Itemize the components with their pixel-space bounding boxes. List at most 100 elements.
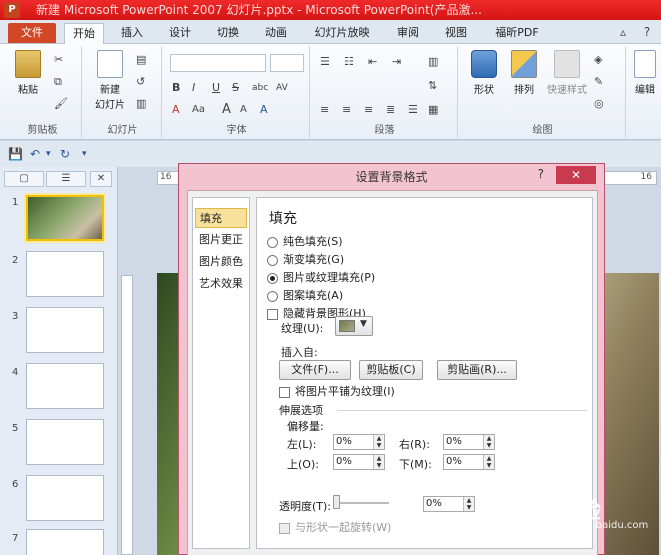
strikethrough-button[interactable]: S: [232, 80, 239, 96]
spinner-arrows-icon[interactable]: ▲ ▼: [373, 435, 384, 449]
char-spacing-button[interactable]: AV: [276, 80, 288, 96]
shrink-font-button[interactable]: A: [240, 102, 247, 118]
gradient-fill-radio[interactable]: [267, 254, 278, 266]
slide-thumbnail[interactable]: [26, 307, 104, 353]
solid-fill-option[interactable]: 纯色填充(S): [267, 234, 343, 250]
underline-button[interactable]: U: [212, 80, 220, 96]
distribute-icon[interactable]: ☰: [408, 102, 418, 118]
text-direction-icon[interactable]: ⇅: [428, 78, 437, 94]
bullets-icon[interactable]: ☰: [320, 54, 330, 70]
tab-animations[interactable]: 动画: [256, 23, 296, 44]
grow-font-button[interactable]: A: [222, 102, 231, 118]
align-left-icon[interactable]: ≡: [320, 102, 329, 118]
tab-file[interactable]: 文件: [8, 23, 56, 43]
tab-design[interactable]: 设计: [160, 23, 200, 44]
picture-fill-radio[interactable]: [267, 272, 278, 284]
slide-thumbnail[interactable]: [26, 195, 104, 241]
decrease-indent-icon[interactable]: ⇤: [368, 54, 377, 70]
shape-fill-icon[interactable]: ◈: [594, 52, 602, 68]
right-offset-input[interactable]: 0% ▲ ▼: [443, 434, 495, 450]
increase-indent-icon[interactable]: ⇥: [392, 54, 401, 70]
copy-icon[interactable]: ⧉: [54, 74, 62, 90]
nav-item-artistic-effects[interactable]: 艺术效果: [195, 274, 247, 294]
spinner-arrows-icon[interactable]: ▲ ▼: [373, 455, 384, 469]
tab-view[interactable]: 视图: [436, 23, 476, 44]
transparency-slider-track[interactable]: [333, 502, 389, 504]
shadow-button[interactable]: abc: [252, 80, 268, 96]
outline-tab-icon[interactable]: ☰: [46, 171, 86, 187]
font-name-combo[interactable]: [170, 54, 266, 72]
tab-review[interactable]: 审阅: [388, 23, 428, 44]
tab-insert[interactable]: 插入: [112, 23, 152, 44]
slide-thumbnail[interactable]: [26, 529, 104, 555]
font-size-combo[interactable]: [270, 54, 304, 72]
layout-icon[interactable]: ▤: [136, 52, 146, 68]
hide-background-checkbox[interactable]: [267, 308, 278, 320]
align-right-icon[interactable]: ≡: [364, 102, 373, 118]
help-icon[interactable]: ?: [636, 22, 658, 42]
justify-icon[interactable]: ≣: [386, 102, 395, 118]
bold-button[interactable]: B: [172, 80, 180, 96]
tab-transitions[interactable]: 切换: [208, 23, 248, 44]
spinner-arrows-icon[interactable]: ▲ ▼: [483, 455, 494, 469]
undo-icon[interactable]: ↶: [30, 147, 40, 161]
dialog-help-icon[interactable]: ?: [538, 167, 544, 181]
pattern-fill-radio[interactable]: [267, 290, 278, 302]
bottom-offset-input[interactable]: 0% ▲ ▼: [443, 454, 495, 470]
new-slide-button[interactable]: 新建 幻灯片: [90, 50, 130, 111]
font-color-button[interactable]: A: [172, 102, 180, 118]
top-offset-input[interactable]: 0% ▲ ▼: [333, 454, 385, 470]
transparency-input[interactable]: 0% ▲ ▼: [423, 496, 475, 512]
columns-icon[interactable]: ▥: [428, 54, 438, 70]
powerpoint-app-icon[interactable]: P: [4, 2, 20, 18]
smartart-icon[interactable]: ▦: [428, 102, 438, 118]
rotate-with-shape-option[interactable]: 与形状一起旋转(W): [279, 520, 391, 536]
shape-outline-icon[interactable]: ✎: [594, 74, 603, 90]
transparency-slider-thumb[interactable]: [333, 495, 340, 509]
italic-button[interactable]: I: [192, 80, 195, 96]
cut-icon[interactable]: ✂: [54, 52, 63, 68]
solid-fill-radio[interactable]: [267, 236, 278, 248]
shape-effects-icon[interactable]: ◎: [594, 96, 604, 112]
format-painter-icon[interactable]: 🖌: [54, 96, 68, 112]
arrange-button[interactable]: 排列: [506, 50, 542, 96]
dialog-close-icon[interactable]: ✕: [556, 166, 596, 184]
file-button[interactable]: 文件(F)...: [279, 360, 351, 380]
tile-texture-checkbox[interactable]: [279, 386, 290, 398]
quick-styles-button[interactable]: 快速样式: [544, 50, 590, 96]
clear-format-button[interactable]: A: [260, 102, 268, 118]
close-pane-icon[interactable]: ✕: [90, 171, 112, 187]
change-case-button[interactable]: Aa: [192, 102, 205, 118]
slide-thumbnail[interactable]: [26, 419, 104, 465]
slide-thumbnail[interactable]: [26, 363, 104, 409]
rotate-with-shape-checkbox[interactable]: [279, 522, 290, 534]
slides-tab-icon[interactable]: ▢: [4, 171, 44, 187]
picture-fill-option[interactable]: 图片或纹理填充(P): [267, 270, 375, 286]
shapes-button[interactable]: 形状: [466, 50, 502, 96]
nav-item-fill[interactable]: 填充: [195, 208, 247, 228]
spinner-arrows-icon[interactable]: ▲ ▼: [463, 497, 474, 511]
texture-dropdown[interactable]: ▼: [335, 316, 373, 336]
undo-dropdown-icon[interactable]: ▾: [46, 149, 51, 159]
left-offset-input[interactable]: 0% ▲ ▼: [333, 434, 385, 450]
reset-icon[interactable]: ↺: [136, 74, 145, 90]
section-icon[interactable]: ▥: [136, 96, 146, 112]
nav-item-picture-corrections[interactable]: 图片更正: [195, 230, 247, 250]
clipart-button[interactable]: 剪贴画(R)...: [437, 360, 517, 380]
customize-qat-icon[interactable]: ▾: [82, 149, 87, 159]
save-icon[interactable]: 💾: [8, 147, 23, 161]
align-center-icon[interactable]: ≡: [342, 102, 351, 118]
numbering-icon[interactable]: ☷: [344, 54, 354, 70]
nav-item-picture-color[interactable]: 图片颜色: [195, 252, 247, 272]
tab-home[interactable]: 开始: [64, 23, 104, 44]
editing-button[interactable]: 编辑: [630, 50, 660, 96]
spinner-arrows-icon[interactable]: ▲ ▼: [483, 435, 494, 449]
minimize-ribbon-icon[interactable]: ▵: [612, 22, 634, 42]
redo-icon[interactable]: ↻: [60, 147, 70, 161]
clipboard-button[interactable]: 剪贴板(C): [359, 360, 423, 380]
tile-texture-option[interactable]: 将图片平铺为纹理(I): [279, 384, 395, 400]
slide-thumbnail[interactable]: [26, 251, 104, 297]
tab-foxit-pdf[interactable]: 福昕PDF: [484, 23, 550, 44]
pattern-fill-option[interactable]: 图案填充(A): [267, 288, 343, 304]
gradient-fill-option[interactable]: 渐变填充(G): [267, 252, 344, 268]
